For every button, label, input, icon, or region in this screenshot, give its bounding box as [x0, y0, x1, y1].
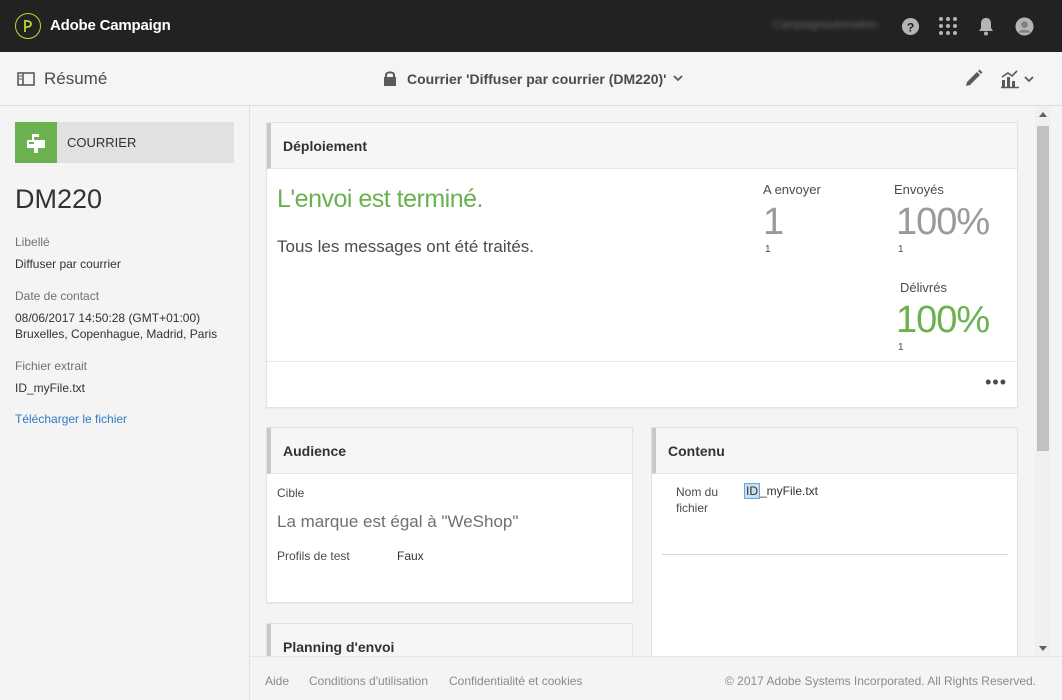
delivery-title-dropdown[interactable]: Courrier 'Diffuser par courrier (DM220)': [383, 70, 683, 87]
sent-count: 1: [898, 244, 904, 255]
top-bar: Adobe Campaign Campaignautomation ?: [0, 0, 1062, 52]
footer-terms-link[interactable]: Conditions d'utilisation: [309, 674, 428, 688]
scroll-up-icon[interactable]: [1039, 112, 1047, 117]
test-profiles-label: Profils de test: [277, 549, 350, 563]
libelle-label: Libellé: [15, 235, 50, 249]
channel-badge: COURRIER: [15, 122, 234, 163]
apps-grid-icon[interactable]: [938, 16, 958, 36]
delivery-title: Courrier 'Diffuser par courrier (DM220)': [407, 70, 667, 87]
chevron-down-icon: [672, 75, 683, 82]
scroll-down-icon[interactable]: [1039, 646, 1047, 651]
delivered-label: Délivrés: [900, 280, 947, 295]
filename-rest: _myFile.txt: [760, 484, 819, 498]
contact-date-value: 08/06/2017 14:50:28 (GMT+01:00): [15, 311, 201, 325]
sent-label: Envoyés: [894, 182, 944, 197]
contact-date-timezone: Bruxelles, Copenhague, Madrid, Paris: [15, 327, 218, 341]
extracted-file-label: Fichier extrait: [15, 359, 88, 373]
user-name[interactable]: Campaignautomation: [773, 19, 878, 31]
help-icon[interactable]: ?: [900, 16, 920, 36]
contact-date-label: Date de contact: [15, 289, 100, 303]
resume-label: Résumé: [44, 69, 108, 88]
to-send-value: 1: [763, 201, 784, 243]
edit-pencil-icon[interactable]: [964, 69, 983, 88]
content-divider: [662, 554, 1008, 555]
footer: Aide Conditions d'utilisation Confidenti…: [250, 656, 1062, 700]
summary-toolbar: Résumé Courrier 'Diffuser par courrier (…: [0, 52, 1062, 106]
avatar-icon[interactable]: [1014, 16, 1034, 36]
libelle-value: Diffuser par courrier: [15, 257, 121, 271]
content-card: Contenu Nom du fichier ID _myFile.txt: [651, 427, 1018, 667]
reports-chart-icon[interactable]: [1000, 69, 1036, 89]
filename-label: Nom du: [676, 485, 719, 499]
footer-privacy-link[interactable]: Confidentialité et cookies: [449, 674, 582, 688]
more-options-icon[interactable]: •••: [985, 372, 1007, 393]
delivery-status-description: Tous les messages ont été traités.: [277, 237, 535, 256]
mailbox-icon: [15, 122, 57, 163]
footer-help-link[interactable]: Aide: [265, 674, 289, 688]
panel-toggle-icon: [17, 72, 35, 86]
deployment-header: Déploiement: [267, 123, 1017, 169]
audience-card: Audience Cible La marque est égal à "WeS…: [266, 427, 633, 603]
target-label: Cible: [277, 486, 305, 500]
deployment-body: L'envoi est terminé. Tous les messages o…: [267, 169, 1017, 362]
channel-label: COURRIER: [67, 135, 137, 150]
delivered-count: 1: [898, 342, 904, 353]
delivery-code: DM220: [15, 184, 103, 214]
extracted-file-value: ID_myFile.txt: [15, 381, 86, 395]
delivered-value: 100%: [896, 299, 990, 341]
content-header: Contenu: [652, 428, 1017, 474]
svg-text:?: ?: [906, 20, 914, 34]
sent-value: 100%: [896, 201, 990, 243]
footer-copyright: © 2017 Adobe Systems Incorporated. All R…: [724, 674, 1036, 688]
delivery-status: L'envoi est terminé.: [277, 185, 484, 213]
summary-panel: COURRIER DM220 Libellé Diffuser par cour…: [0, 106, 250, 700]
test-profiles-value: Faux: [397, 549, 424, 563]
resume-toggle[interactable]: Résumé: [17, 69, 107, 89]
download-file-link[interactable]: Télécharger le fichier: [15, 412, 127, 426]
filename-highlight: ID: [744, 483, 760, 499]
audience-header: Audience: [267, 428, 632, 474]
target-value: La marque est égal à "WeShop": [277, 512, 519, 531]
filename-value: ID _myFile.txt: [744, 483, 819, 499]
to-send-label: A envoyer: [763, 182, 821, 197]
scroll-thumb[interactable]: [1037, 126, 1049, 451]
lock-icon: [384, 71, 396, 86]
main-scrollbar[interactable]: [1035, 106, 1051, 656]
deployment-card: Déploiement L'envoi est terminé. Tous le…: [266, 122, 1018, 408]
to-send-count: 1: [765, 244, 771, 255]
adobe-campaign-logo-icon[interactable]: [15, 13, 41, 39]
app-title[interactable]: Adobe Campaign: [50, 17, 171, 34]
filename-label-line2: fichier: [676, 501, 709, 515]
bell-icon[interactable]: [976, 16, 996, 36]
